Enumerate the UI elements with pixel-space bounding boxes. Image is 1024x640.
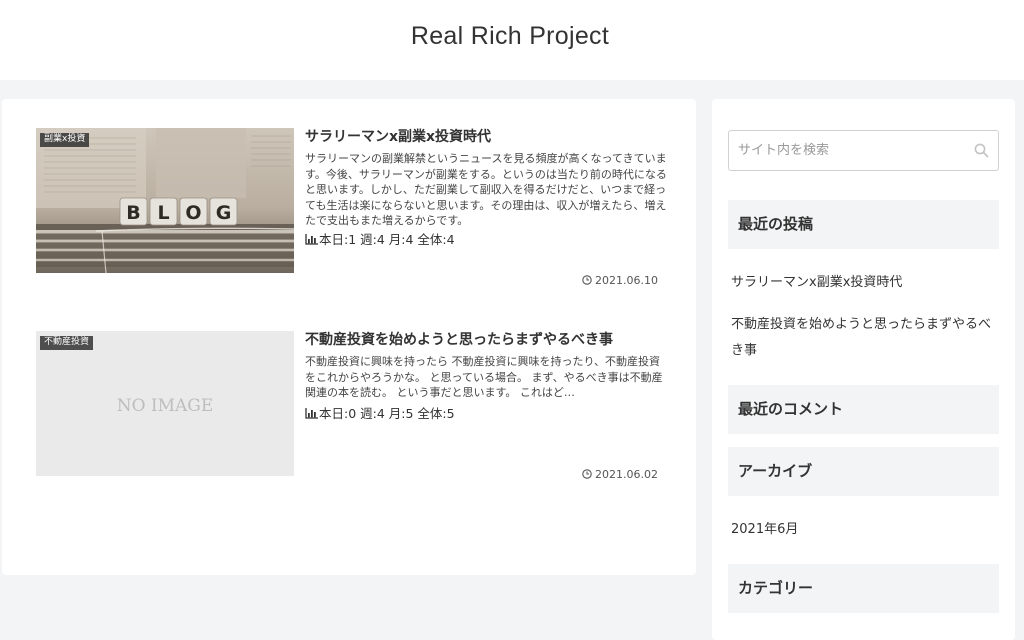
svg-text:G: G (216, 202, 232, 224)
site-title[interactable]: Real Rich Project (0, 22, 1020, 51)
post-snippet: サラリーマンの副業解禁というニュースを見る頻度が高くなってきています。今後、サラ… (305, 152, 667, 227)
post-date-text: 2021.06.02 (595, 468, 658, 481)
search-icon[interactable] (974, 143, 989, 162)
page-views: 本日:1 週:4 月:4 全体:4 (305, 232, 455, 249)
post-title[interactable]: 不動産投資を始めようと思ったらまずやるべき事 (305, 331, 665, 349)
clock-icon (582, 275, 592, 289)
post-list: B L O G 副業x投資 サラリーマンx副業x投資時代 サラリーマンの副業解禁… (2, 99, 696, 575)
categories-heading: カテゴリー (728, 564, 999, 613)
bar-chart-icon (305, 407, 318, 423)
post-date: 2021.06.02 (582, 468, 658, 483)
sidebar: 最近の投稿 サラリーマンx副業x投資時代 不動産投資を始めようと思ったらまずやる… (712, 99, 1015, 640)
post-thumbnail[interactable]: B L O G 副業x投資 (36, 128, 294, 273)
post-date: 2021.06.10 (582, 274, 658, 289)
post-card[interactable]: NO IMAGE 不動産投資 不動産投資を始めようと思ったらまずやるべき事 不動… (36, 331, 666, 481)
search-input[interactable] (738, 131, 968, 170)
category-label: 不動産投資 (40, 336, 94, 350)
page-views-text: 本日:1 週:4 月:4 全体:4 (319, 232, 455, 247)
post-snippet: 不動産投資に興味を持ったら 不動産投資に興味を持ったり、不動産投資をこれからやろ… (305, 355, 663, 399)
page-views-text: 本日:0 週:4 月:5 全体:5 (319, 406, 455, 421)
post-card[interactable]: B L O G 副業x投資 サラリーマンx副業x投資時代 サラリーマンの副業解禁… (36, 128, 667, 287)
svg-text:O: O (185, 202, 201, 224)
recent-post-link[interactable]: サラリーマンx副業x投資時代 (731, 270, 1001, 296)
post-thumbnail[interactable]: NO IMAGE 不動産投資 (36, 331, 294, 476)
recent-comments-heading: 最近のコメント (728, 385, 999, 434)
category-label: 副業x投資 (40, 133, 90, 147)
svg-text:L: L (157, 202, 169, 224)
no-image-placeholder: NO IMAGE (116, 396, 214, 416)
blog-photo: B L O G (36, 128, 294, 273)
post-date-text: 2021.06.10 (595, 274, 658, 287)
site-header: Real Rich Project (0, 0, 1024, 80)
recent-post-link[interactable]: 不動産投資を始めようと思ったらまずやるべき事 (731, 312, 1001, 364)
svg-text:B: B (126, 202, 140, 224)
recent-posts-heading: 最近の投稿 (728, 200, 999, 249)
bar-chart-icon (305, 233, 318, 249)
page-views: 本日:0 週:4 月:5 全体:5 (305, 406, 455, 423)
archive-link[interactable]: 2021年6月 (731, 517, 798, 543)
search-box (728, 130, 999, 171)
post-title[interactable]: サラリーマンx副業x投資時代 (305, 128, 665, 146)
archives-heading: アーカイブ (728, 447, 999, 496)
clock-icon (582, 469, 592, 483)
